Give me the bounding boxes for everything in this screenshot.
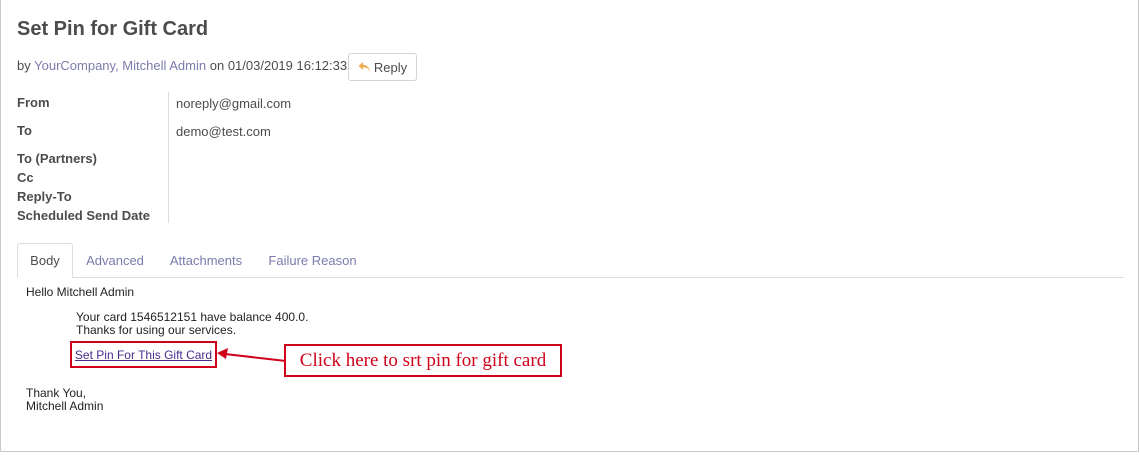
- on-word: on: [209, 58, 225, 73]
- from-label: From: [17, 95, 50, 110]
- tab-advanced[interactable]: Advanced: [75, 243, 155, 277]
- set-pin-link-highlight: Set Pin For This Gift Card: [70, 341, 217, 368]
- body-closing-name: Mitchell Admin: [26, 399, 104, 413]
- to-partners-label: To (Partners): [17, 151, 97, 166]
- message-subject: Set Pin for Gift Card: [17, 18, 209, 40]
- scheduled-send-date-label: Scheduled Send Date: [17, 208, 150, 223]
- fields-divider: [168, 92, 169, 223]
- tab-attachments[interactable]: Attachments: [157, 243, 255, 277]
- message-tabs: Body Advanced Attachments Failure Reason: [17, 243, 1124, 278]
- reply-arrow-icon: [358, 61, 371, 73]
- reply-button[interactable]: Reply: [348, 53, 417, 81]
- body-thanks-line: Thanks for using our services.: [76, 323, 237, 337]
- to-label: To: [17, 123, 32, 138]
- message-date: 01/03/2019 16:12:33: [227, 58, 348, 73]
- annotation-arrow-icon: [217, 348, 287, 362]
- set-pin-link[interactable]: Set Pin For This Gift Card: [75, 348, 212, 362]
- from-value: noreply@gmail.com: [176, 96, 292, 111]
- body-greeting: Hello Mitchell Admin: [26, 285, 135, 299]
- tab-body[interactable]: Body: [17, 243, 73, 278]
- annotation-callout: Click here to srt pin for gift card: [284, 344, 562, 377]
- message-byline: by YourCompany, Mitchell Admin on 01/03/…: [17, 58, 347, 73]
- to-value: demo@test.com: [176, 124, 271, 139]
- by-prefix: by: [17, 58, 31, 73]
- cc-label: Cc: [17, 170, 34, 185]
- reply-label: Reply: [373, 59, 408, 75]
- tab-failure-reason[interactable]: Failure Reason: [257, 243, 368, 277]
- author-link[interactable]: YourCompany, Mitchell Admin: [34, 58, 206, 73]
- reply-to-label: Reply-To: [17, 189, 72, 204]
